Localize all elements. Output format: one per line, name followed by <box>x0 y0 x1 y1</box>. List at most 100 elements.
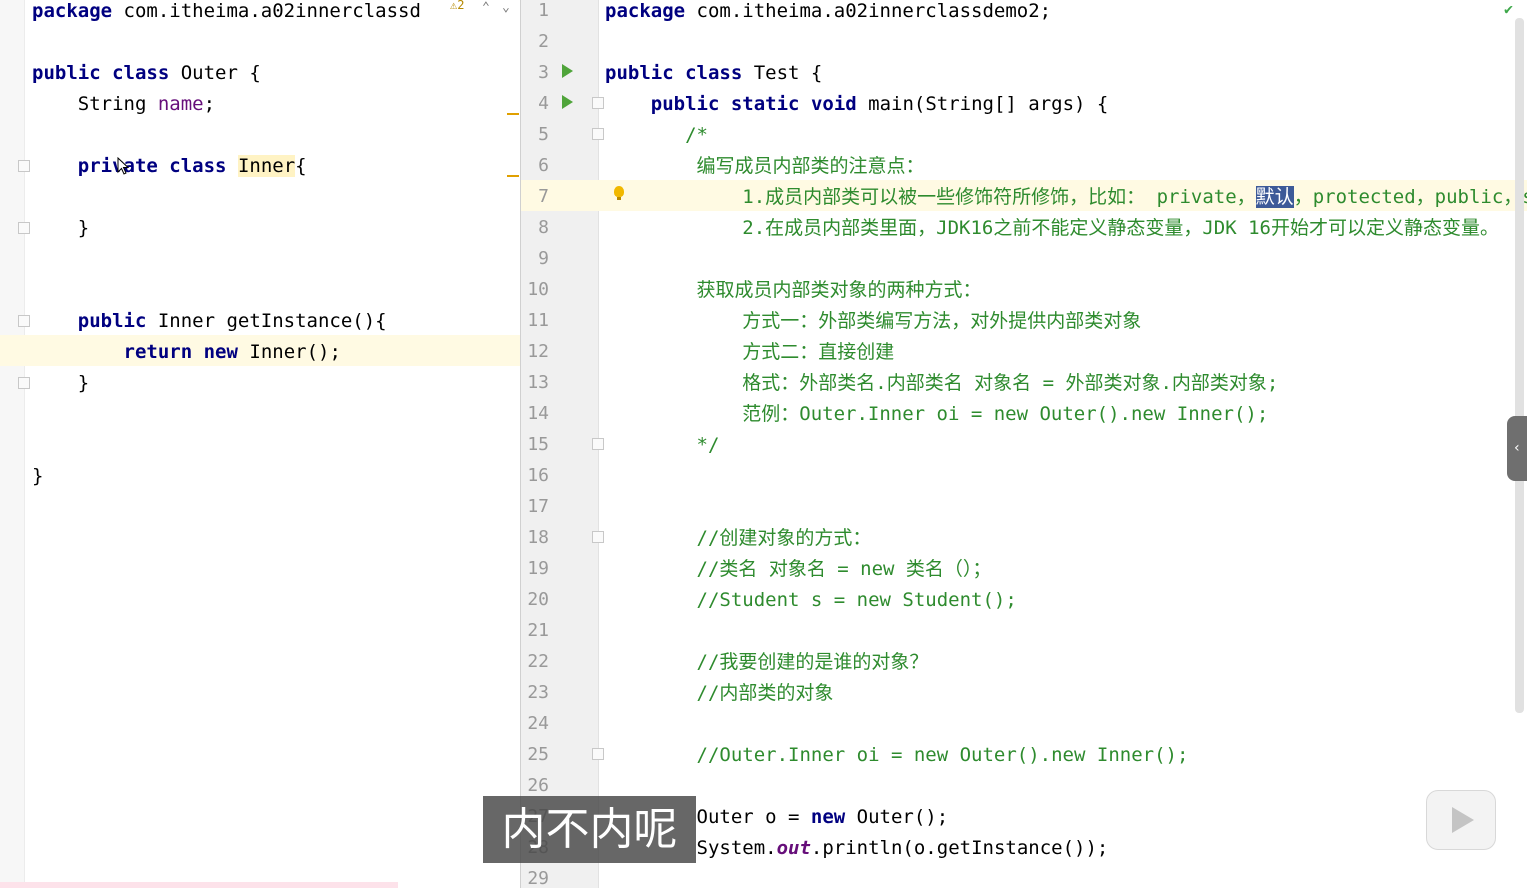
code-line[interactable]: } <box>32 372 89 403</box>
code-token: */ <box>605 434 720 456</box>
code-line[interactable]: 编写成员内部类的注意点： <box>605 155 925 186</box>
code-line[interactable]: public Inner getInstance(){ <box>32 310 387 341</box>
fold-marker[interactable] <box>592 748 604 760</box>
code-token: main(String[] args) { <box>856 93 1109 115</box>
code-token: public <box>650 93 720 115</box>
code-line[interactable]: 获取成员内部类对象的两种方式： <box>605 279 982 310</box>
code-line[interactable]: 方式二：直接创建 <box>605 341 894 372</box>
code-token: 编写成员内部类的注意点： <box>605 155 925 177</box>
code-token: .println(o.getInstance()); <box>810 837 1109 859</box>
code-line[interactable]: return new Inner(); <box>32 341 341 372</box>
code-line[interactable]: } <box>32 217 89 248</box>
chevron-up-icon[interactable]: ⌃ <box>482 0 490 15</box>
code-line[interactable]: public class Test { <box>605 62 822 93</box>
line-number: 19 <box>527 558 549 579</box>
run-gutter-icon[interactable] <box>562 95 573 109</box>
fold-marker[interactable] <box>592 128 604 140</box>
line-number: 1 <box>538 0 549 21</box>
right-editor-pane[interactable]: 1 package com.itheima.a02innerclassdemo2;… <box>521 0 1527 888</box>
fold-marker[interactable] <box>592 97 604 109</box>
code-token: //内部类的对象 <box>605 682 834 704</box>
vertical-scrollbar[interactable] <box>1515 18 1524 713</box>
chevron-down-icon[interactable]: ⌄ <box>502 0 510 15</box>
fold-marker[interactable] <box>18 160 30 172</box>
run-gutter-icon[interactable] <box>562 64 573 78</box>
code-token: package <box>32 0 113 22</box>
code-line[interactable]: //Student s = new Student(); <box>605 589 1017 620</box>
code-token: Inner getInstance(){ <box>146 310 387 332</box>
line-number: 10 <box>527 279 549 300</box>
code-token: name <box>157 93 204 115</box>
code-line[interactable]: 2.在成员内部类里面，JDK16之前不能定义静态变量，JDK 16开始才可以定义… <box>605 217 1499 248</box>
code-token: { <box>295 155 307 177</box>
inspection-count: 2 <box>457 0 465 12</box>
code-line[interactable]: 方式一：外部类编写方法，对外提供内部类对象 <box>605 310 1141 341</box>
code-token: 默认 <box>1255 186 1294 208</box>
line-number: 25 <box>527 744 549 765</box>
code-line[interactable]: private class Inner{ <box>32 155 307 186</box>
code-token: Inner <box>237 155 296 177</box>
fold-marker[interactable] <box>18 377 30 389</box>
line-number: 11 <box>527 310 549 331</box>
code-line[interactable]: 1.成员内部类可以被一些修饰符所修饰，比如： private，默认，protec… <box>605 186 1527 217</box>
code-token: } <box>32 372 90 394</box>
code-line[interactable]: public static void main(String[] args) { <box>605 93 1109 124</box>
warning-stripe[interactable] <box>507 175 519 177</box>
fold-marker[interactable] <box>18 222 30 234</box>
code-token: new <box>810 806 846 828</box>
code-token: 方式二：直接创建 <box>605 341 895 363</box>
code-line[interactable]: 格式：外部类名.内部类名 对象名 = 外部类对象.内部类对象; <box>605 372 1278 403</box>
inspection-widget[interactable]: ⚠2 <box>450 0 464 12</box>
line-number: 14 <box>527 403 549 424</box>
code-line[interactable]: //Outer.Inner oi = new Outer().new Inner… <box>605 744 1189 775</box>
code-line[interactable]: //创建对象的方式： <box>605 527 872 558</box>
play-button-icon <box>1452 807 1474 833</box>
code-token: Outer { <box>169 62 261 84</box>
code-token: 方式一：外部类编写方法，对外提供内部类对象 <box>605 310 1142 332</box>
code-line[interactable]: public class Outer { <box>32 62 261 93</box>
code-line[interactable]: package com.itheima.a02innerclassdemo2; <box>605 0 1051 31</box>
fold-marker[interactable] <box>18 315 30 327</box>
line-number: 16 <box>527 465 549 486</box>
code-token: return <box>123 341 193 363</box>
play-button[interactable] <box>1426 790 1496 850</box>
left-editor-pane[interactable]: package com.itheima.a02innerclassd public… <box>0 0 520 888</box>
analysis-ok-icon[interactable]: ✔ <box>1504 0 1513 18</box>
line-number: 15 <box>527 434 549 455</box>
code-token: ; <box>203 93 216 115</box>
fold-marker[interactable] <box>592 531 604 543</box>
code-line[interactable]: package com.itheima.a02innerclassd <box>32 0 421 31</box>
left-gutter[interactable] <box>0 0 25 888</box>
code-token: Inner(); <box>237 341 341 363</box>
code-token: 获取成员内部类对象的两种方式： <box>605 279 982 301</box>
code-token: /* <box>605 124 708 146</box>
line-number: 4 <box>538 93 549 114</box>
code-token: } <box>32 465 44 487</box>
side-panel-toggle[interactable]: ‹ <box>1507 416 1527 481</box>
line-number: 12 <box>527 341 549 362</box>
code-line[interactable]: */ <box>605 434 720 465</box>
code-line[interactable]: } <box>32 465 43 496</box>
line-number: 2 <box>538 31 549 52</box>
code-line[interactable]: 范例：Outer.Inner oi = new Outer().new Inne… <box>605 403 1268 434</box>
code-token: class <box>112 62 170 84</box>
warning-stripe[interactable] <box>507 113 519 115</box>
code-line[interactable]: //我要创建的是谁的对象？ <box>605 651 929 682</box>
intention-bulb-icon[interactable] <box>614 186 624 200</box>
line-number: 23 <box>527 682 549 703</box>
code-line[interactable]: //类名 对象名 = new 类名（）； <box>605 558 992 589</box>
code-line[interactable]: /* <box>605 124 708 155</box>
fold-marker[interactable] <box>592 438 604 450</box>
code-line[interactable]: //内部类的对象 <box>605 682 834 713</box>
code-line[interactable]: String name; <box>32 93 215 124</box>
code-token: com.itheima.a02innerclassd <box>112 0 421 22</box>
